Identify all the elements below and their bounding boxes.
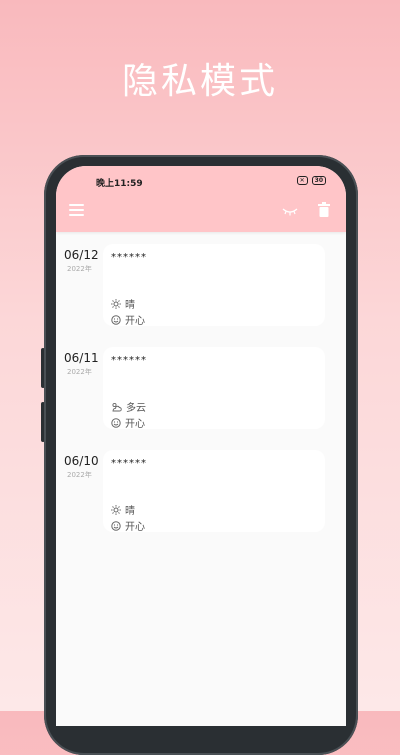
trash-icon[interactable] — [318, 202, 330, 217]
entry-year: 2022年 — [67, 471, 92, 479]
weather-label: 晴 — [125, 300, 135, 311]
entry-card[interactable]: ****** 多云 开心 — [103, 347, 325, 430]
menu-icon[interactable] — [69, 204, 84, 216]
weather-row: 多云 — [111, 399, 146, 414]
mood-label: 开心 — [125, 419, 145, 430]
mood-row: 开心 — [111, 312, 145, 327]
phone-screen: 晚上11:59 ✕ 30 06/12 2022年 ****** 晴 开心 06/… — [56, 166, 346, 726]
entry-year: 2022年 — [67, 368, 92, 376]
entry-card[interactable]: ****** 晴 开心 — [103, 244, 325, 327]
weather-label: 晴 — [125, 506, 135, 517]
weather-row: 晴 — [111, 502, 135, 517]
status-time: 晚上11:59 — [96, 179, 143, 189]
entry-date: 06/10 — [64, 454, 99, 468]
entry-title: ****** — [111, 252, 147, 263]
eye-closed-icon[interactable] — [282, 205, 298, 217]
entry-date: 06/11 — [64, 351, 99, 365]
entry-card[interactable]: ****** 晴 开心 — [103, 450, 325, 533]
smile-icon — [111, 314, 121, 325]
entry-title: ****** — [111, 458, 147, 469]
sun-icon — [111, 504, 121, 515]
app-bar: 晚上11:59 ✕ 30 — [56, 166, 346, 232]
mood-row: 开心 — [111, 415, 145, 430]
weather-row: 晴 — [111, 296, 135, 311]
mood-row: 开心 — [111, 518, 145, 533]
diary-entry: 06/11 2022年 ****** 多云 开心 — [56, 347, 346, 430]
smile-icon — [111, 417, 121, 428]
mood-label: 开心 — [125, 316, 145, 327]
cloud-icon — [112, 402, 122, 411]
page-headline: 隐私模式 — [121, 61, 278, 102]
entry-date: 06/12 — [64, 248, 99, 262]
sun-icon — [111, 298, 121, 309]
battery-icon: 30 — [311, 176, 326, 185]
weather-label: 多云 — [126, 403, 146, 414]
sim-icon: ✕ — [296, 176, 308, 185]
diary-entry: 06/12 2022年 ****** 晴 开心 — [56, 244, 346, 327]
entry-year: 2022年 — [67, 265, 92, 273]
smile-icon — [111, 520, 121, 531]
diary-entry: 06/10 2022年 ****** 晴 开心 — [56, 450, 346, 533]
status-icons: ✕ 30 — [296, 176, 326, 185]
entry-title: ****** — [111, 355, 147, 366]
mood-label: 开心 — [125, 522, 145, 533]
